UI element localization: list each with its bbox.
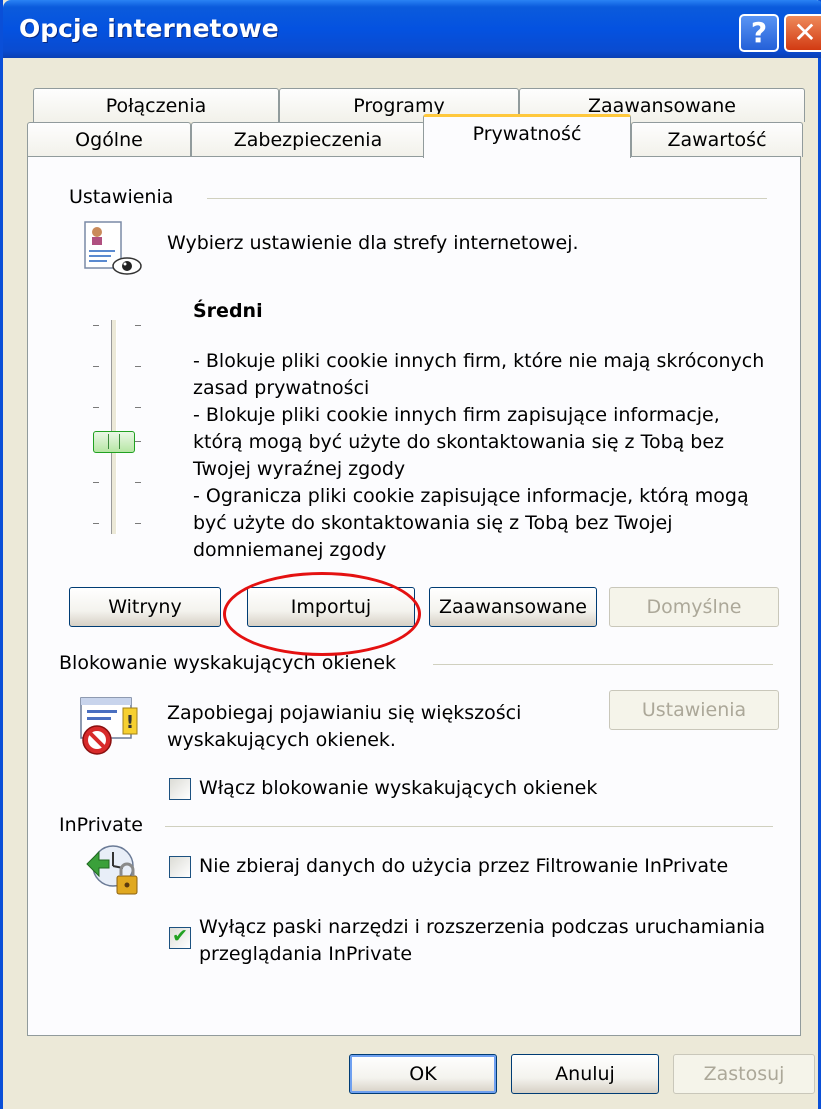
apply-button[interactable]: Zastosuj [673,1054,815,1094]
level-line: - Blokuje pliki cookie innych firm zapis… [193,404,720,426]
slider-tick [93,523,99,524]
slider-tick [135,325,141,326]
level-line: - Blokuje pliki cookie innych firm, któr… [193,350,765,372]
level-line: - Ogranicza pliki cookie zapisujące info… [193,485,749,507]
popup-blocker-checkbox[interactable] [169,778,191,800]
privacy-level-description: - Blokuje pliki cookie innych firm, któr… [193,348,773,564]
group-divider [165,826,773,827]
slider-tick [93,325,99,326]
ok-button[interactable]: OK [349,1054,497,1094]
inprivate-lock-icon [79,838,143,902]
popup-description-line: wyskakujących okienek. [167,729,396,751]
cancel-button[interactable]: Anuluj [511,1054,659,1094]
slider-tick [93,482,99,483]
disable-toolbars-checkbox-label[interactable]: Wyłącz paski narzędzi i rozszerzenia pod… [199,914,765,941]
panel-content: Ustawienia Wybierz ustawienie dla strefy… [3,0,821,1109]
group-divider [207,198,767,199]
slider-tick [135,482,141,483]
level-line: Twojej wyraźnej zgody [193,458,406,480]
svg-text:!: ! [126,712,134,733]
settings-group-label: Ustawienia [69,186,180,208]
privacy-level-name: Średni [193,300,263,322]
inprivate-group-label: InPrivate [59,814,149,836]
default-button[interactable]: Domyślne [609,587,779,627]
checkmark-icon: ✔ [172,925,188,947]
popup-description-line: Zapobiegaj pojawianiu się większości [167,702,522,724]
advanced-button[interactable]: Zaawansowane [429,587,597,627]
sites-button[interactable]: Witryny [69,587,221,627]
level-line: zasad prywatności [193,377,370,399]
group-divider [433,664,773,665]
popup-group-label: Blokowanie wyskakujących okienek [59,652,403,674]
inprivate-filter-checkbox-label[interactable]: Nie zbieraj danych do użycia przez Filtr… [199,853,728,880]
slider-tick [135,441,141,442]
popup-settings-button[interactable]: Ustawienia [609,690,779,730]
level-line: którą mogą być użyte do skontaktowania s… [193,431,725,453]
internet-options-dialog: Opcje internetowe ? ✕ Połączenia Program… [0,0,821,1109]
disable-toolbars-checkbox-label[interactable]: przeglądania InPrivate [199,941,412,968]
slider-tick [135,366,141,367]
level-line: domniemanej zgody [193,539,387,561]
slider-thumb[interactable] [93,431,135,453]
slider-tick [93,407,99,408]
slider-tick [93,366,99,367]
privacy-document-icon [83,220,143,280]
slider-track[interactable] [111,320,117,534]
slider-tick [135,407,141,408]
disable-toolbars-checkbox[interactable]: ✔ [169,925,191,949]
popup-blocker-icon: ! [77,694,141,758]
level-line: być użyte do skontaktowania się z Tobą b… [193,512,673,534]
popup-blocker-checkbox-label[interactable]: Włącz blokowanie wyskakujących okienek [199,775,597,802]
slider-tick [135,523,141,524]
settings-description: Wybierz ustawienie dla strefy internetow… [167,232,579,254]
inprivate-filter-checkbox[interactable] [169,856,191,878]
highlight-circle-annotation [223,572,421,656]
